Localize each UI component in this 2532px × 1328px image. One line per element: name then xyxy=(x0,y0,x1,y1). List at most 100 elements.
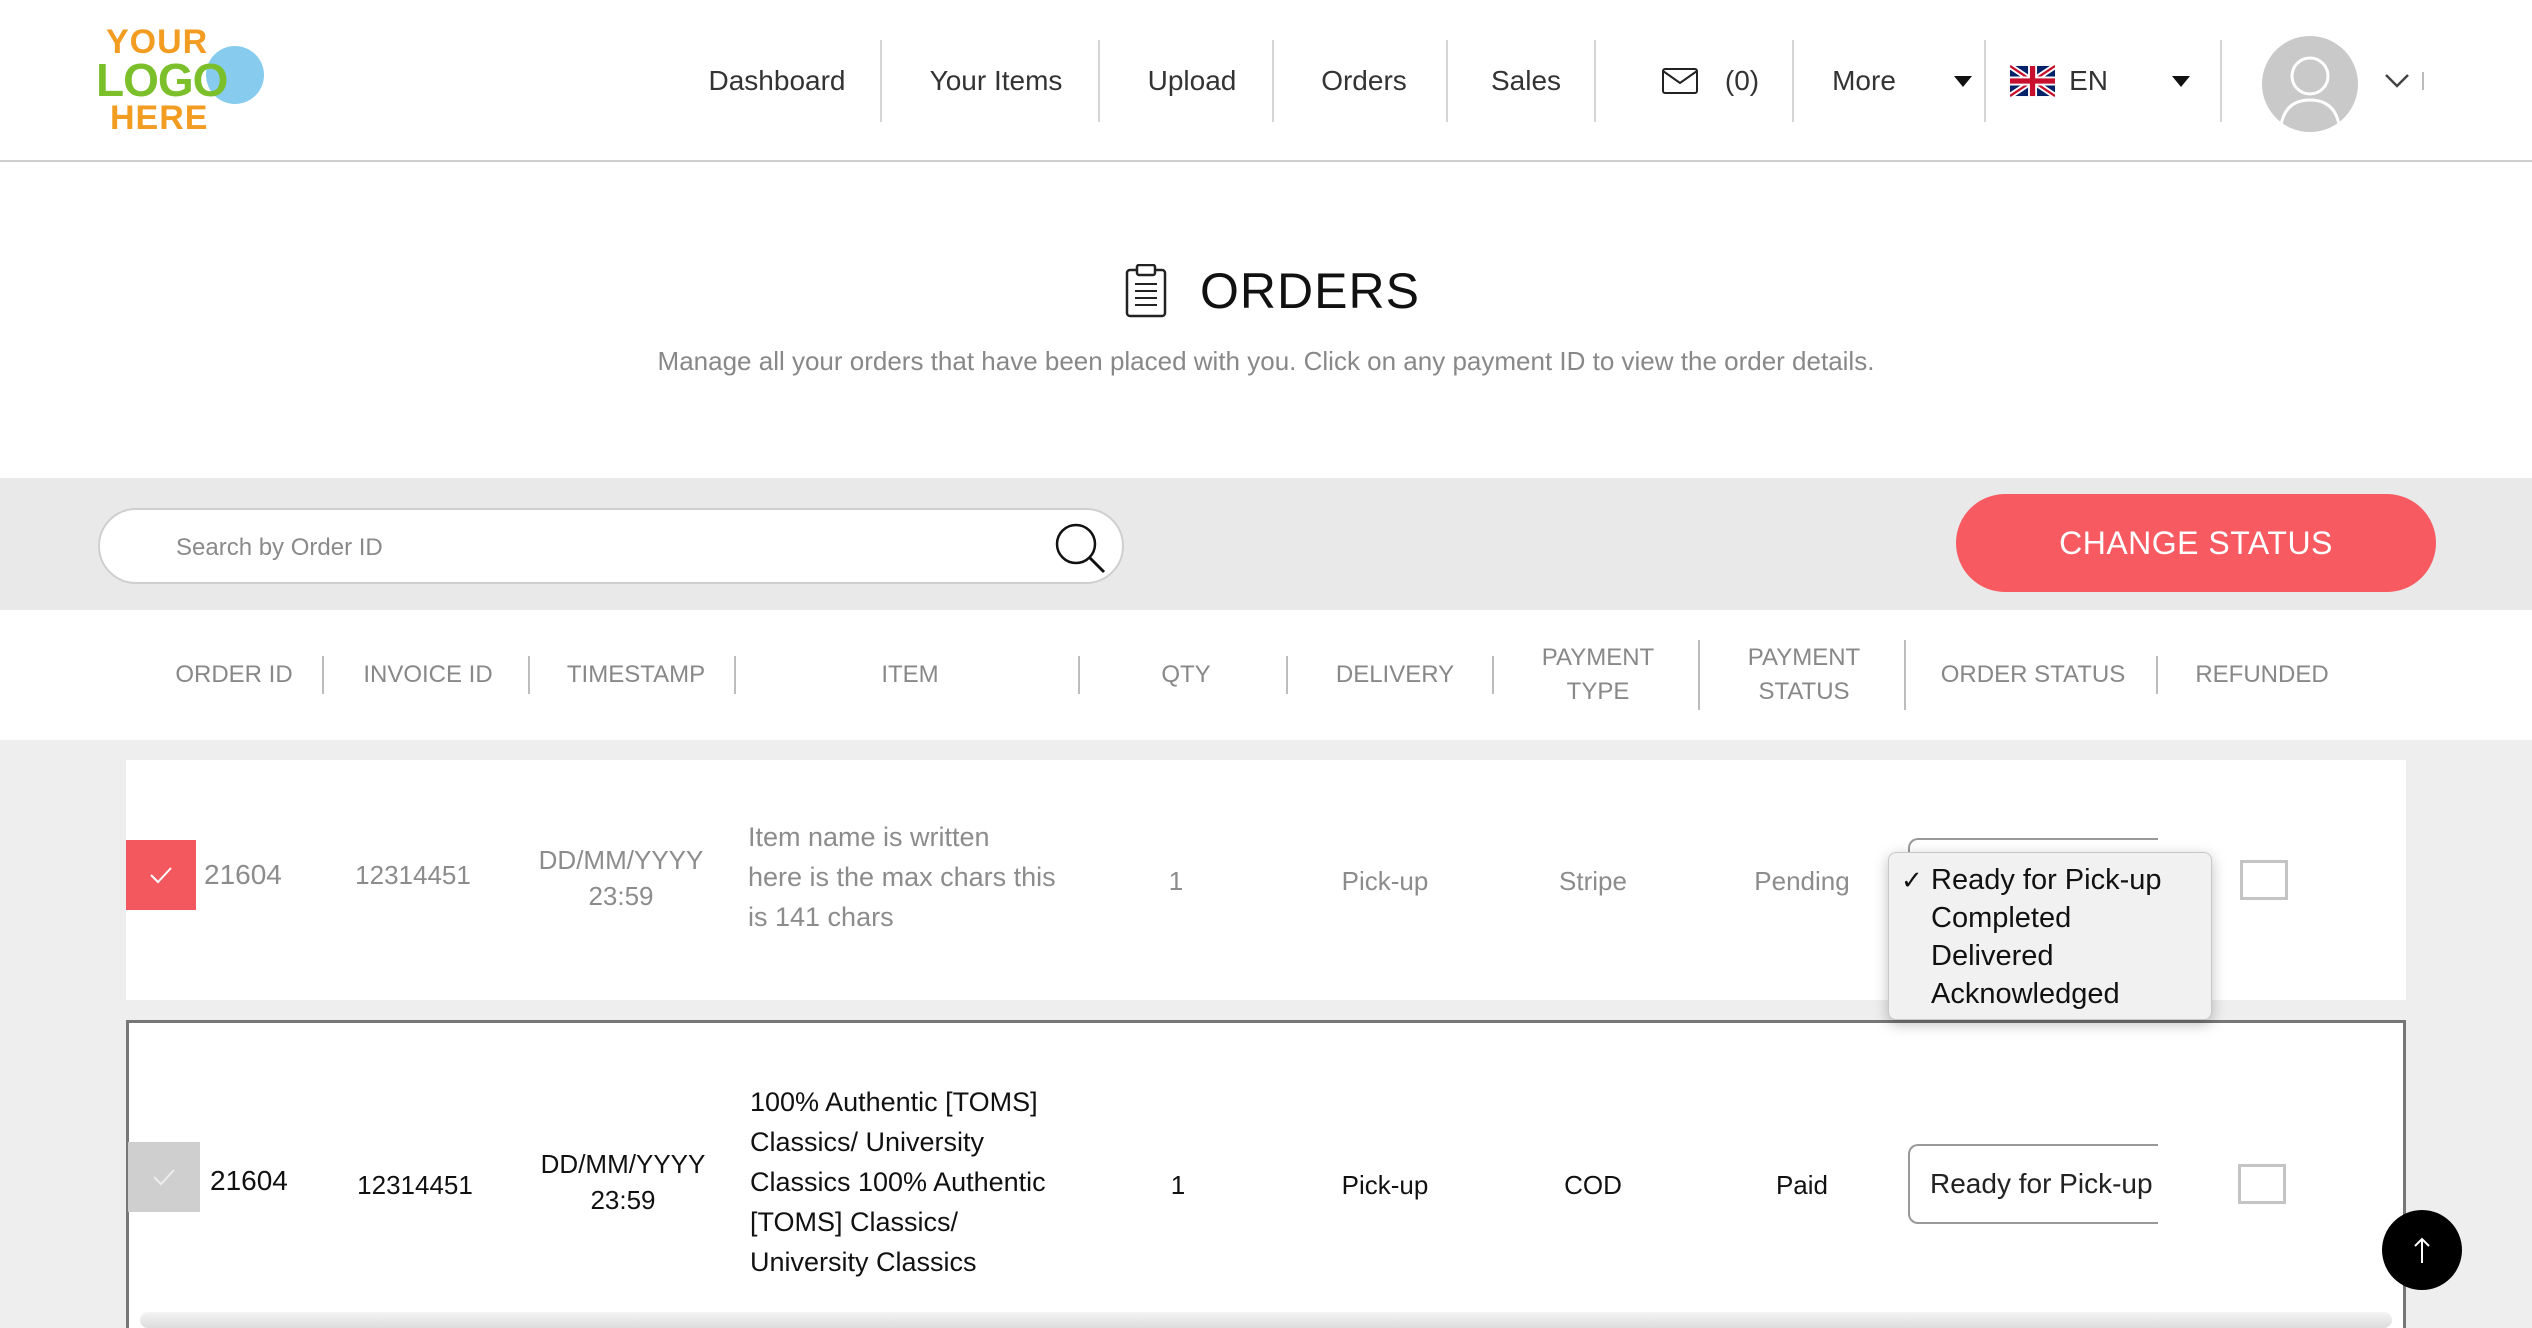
order-id[interactable]: 21604 xyxy=(204,840,300,910)
nav-divider xyxy=(1098,40,1100,122)
nav-divider xyxy=(1984,40,1986,122)
column-header-qty[interactable]: QTY xyxy=(1150,610,1222,740)
nav-orders[interactable]: Orders xyxy=(1304,0,1424,162)
delivery-method: Pick-up xyxy=(1341,865,1429,896)
chevron-down-icon[interactable] xyxy=(2384,72,2410,90)
page-subtitle: Manage all your orders that have been pl… xyxy=(657,346,1875,376)
checkmark-icon: ✓ xyxy=(1901,865,1923,895)
envelope-icon xyxy=(1661,68,1698,94)
timestamp-date: DD/MM/YYYY xyxy=(538,845,704,875)
timestamp-time: 23:59 xyxy=(588,881,654,911)
column-divider xyxy=(1492,656,1494,694)
row-select-checkbox[interactable] xyxy=(126,840,196,910)
column-header-delivery[interactable]: DELIVERY xyxy=(1320,610,1470,740)
checkmark-icon xyxy=(150,867,172,884)
language-selector[interactable]: EN xyxy=(2010,0,2190,162)
change-status-button[interactable]: CHANGE STATUS xyxy=(1956,494,2436,592)
logo-text-line3: HERE xyxy=(110,99,209,137)
messages-count: (0) xyxy=(1724,65,1760,96)
order-status-dropdown-menu: ✓ Ready for Pick-up Completed Delivered … xyxy=(1888,852,2212,1020)
status-option-delivered[interactable]: Delivered xyxy=(1889,937,2211,975)
item-name-line: here is the max chars this xyxy=(748,862,1056,892)
status-option-acknowledged[interactable]: Acknowledged xyxy=(1889,975,2211,1013)
column-header-label: STATUS xyxy=(1758,678,1850,705)
payment-type: Stripe xyxy=(1559,865,1627,896)
item-name: Item name is written here is the max cha… xyxy=(748,814,1078,940)
column-divider xyxy=(528,656,530,694)
caret-down-icon xyxy=(1953,75,1972,87)
column-header-invoice-id[interactable]: INVOICE ID xyxy=(352,610,504,740)
nav-upload[interactable]: Upload xyxy=(1130,0,1254,162)
nav-divider xyxy=(1792,40,1794,122)
uk-flag-icon xyxy=(2010,63,2056,99)
item-name-line: Classics/ University xyxy=(750,1127,985,1157)
search-input[interactable] xyxy=(176,528,1056,568)
scroll-to-top-button[interactable] xyxy=(2382,1210,2462,1290)
nav-dashboard[interactable]: Dashboard xyxy=(690,0,864,162)
item-name-line: University Classics xyxy=(750,1247,977,1277)
column-header-timestamp[interactable]: TIMESTAMP xyxy=(556,610,716,740)
brand-logo[interactable]: YOUR LOGO HERE xyxy=(96,24,268,137)
caret-down-icon xyxy=(2172,75,2190,87)
search-icon[interactable] xyxy=(1052,520,1108,576)
nav-more-label: More xyxy=(1832,65,1896,96)
column-header-payment-status[interactable]: PAYMENT STATUS xyxy=(1726,610,1882,740)
nav-divider xyxy=(2220,40,2222,122)
item-name-line: is 141 chars xyxy=(748,902,894,932)
status-option-completed[interactable]: Completed xyxy=(1889,899,2211,937)
column-header-order-status[interactable]: ORDER STATUS xyxy=(1930,610,2136,740)
item-name-line: Item name is written xyxy=(748,822,990,852)
item-name-line: [TOMS] Classics/ xyxy=(750,1207,959,1237)
user-silhouette-icon xyxy=(2278,56,2342,132)
page-header xyxy=(0,162,2532,478)
column-header-refunded[interactable]: REFUNDED xyxy=(2182,610,2342,740)
top-navigation-bar: YOUR LOGO HERE Dashboard Your Items Uplo… xyxy=(0,0,2532,162)
nav-sales[interactable]: Sales xyxy=(1478,0,1574,162)
column-divider xyxy=(1286,656,1288,694)
item-name-line: Classics 100% Authentic xyxy=(750,1167,1046,1197)
item-name-line: 100% Authentic [TOMS] xyxy=(750,1087,1038,1117)
invoice-id: 12314451 xyxy=(355,859,471,890)
column-divider xyxy=(734,656,736,694)
nav-your-items[interactable]: Your Items xyxy=(912,0,1080,162)
checkmark-icon xyxy=(153,1169,175,1186)
logo-text-line2: LOGO xyxy=(96,54,228,106)
nav-divider xyxy=(880,40,882,122)
column-divider xyxy=(1904,640,1906,710)
order-status-select[interactable]: Ready for Pick-up xyxy=(1908,1144,2158,1224)
timestamp: DD/MM/YYYY 23:59 xyxy=(520,840,722,916)
column-header-order-id[interactable]: ORDER ID xyxy=(170,610,298,740)
timestamp-time: 23:59 xyxy=(590,1185,656,1215)
timestamp: DD/MM/YYYY 23:59 xyxy=(522,1144,724,1220)
nav-divider xyxy=(2422,72,2424,90)
payment-type: COD xyxy=(1564,1169,1622,1200)
page-title: ORDERS xyxy=(1200,263,1420,319)
status-option-label: Ready for Pick-up xyxy=(1931,864,2162,896)
payment-status: Paid xyxy=(1775,1169,1829,1200)
column-divider xyxy=(2156,656,2158,694)
status-option-ready-for-pickup[interactable]: ✓ Ready for Pick-up xyxy=(1889,861,2211,899)
clipboard-icon xyxy=(1125,264,1167,318)
timestamp-date: DD/MM/YYYY xyxy=(540,1149,706,1179)
table-header: ORDER ID INVOICE ID TIMESTAMP ITEM QTY D… xyxy=(0,610,2532,740)
column-header-label: PAYMENT xyxy=(1747,644,1861,671)
column-header-label: TYPE xyxy=(1566,678,1630,705)
column-divider xyxy=(322,656,324,694)
column-header-item[interactable]: ITEM xyxy=(840,610,980,740)
page-title-group: ORDERS xyxy=(1124,262,1420,320)
quantity: 1 xyxy=(1170,1169,1186,1200)
column-header-payment-type[interactable]: PAYMENT TYPE xyxy=(1520,610,1676,740)
invoice-id: 12314451 xyxy=(357,1169,473,1200)
next-row-edge xyxy=(140,1312,2392,1328)
row-select-checkbox[interactable] xyxy=(128,1142,200,1212)
item-name: 100% Authentic [TOMS] Classics/ Universi… xyxy=(750,1082,1090,1282)
refunded-checkbox[interactable] xyxy=(2238,1164,2286,1204)
nav-divider xyxy=(1272,40,1274,122)
user-avatar[interactable] xyxy=(2262,36,2358,132)
order-id[interactable]: 21604 xyxy=(210,1146,306,1216)
nav-more[interactable]: More xyxy=(1822,0,1982,162)
column-divider xyxy=(1078,656,1080,694)
column-header-label: PAYMENT xyxy=(1541,644,1655,671)
refunded-checkbox[interactable] xyxy=(2240,860,2288,900)
nav-messages[interactable]: (0) xyxy=(1640,0,1780,162)
